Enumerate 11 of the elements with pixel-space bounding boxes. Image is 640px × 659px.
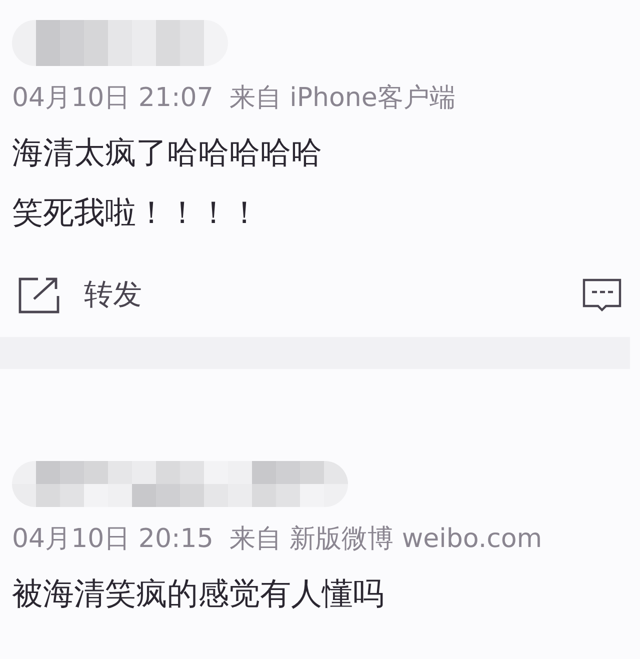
post-source: 来自 iPhone客户端 xyxy=(229,82,456,115)
post-text: 笑死我啦！！！！ xyxy=(12,194,261,233)
post-time: 04月10日 21:07 xyxy=(12,82,214,115)
repost-button[interactable]: 转发 xyxy=(18,275,142,315)
comment-icon xyxy=(582,278,622,312)
post-text: 被海清笑疯的感觉有人懂吗 xyxy=(12,575,385,614)
comment-button[interactable] xyxy=(582,278,622,312)
share-icon xyxy=(18,276,60,314)
post-time: 04月10日 20:15 xyxy=(12,523,214,556)
post-source: 来自 新版微博 weibo.com xyxy=(229,523,542,556)
post-text: 海清太疯了哈哈哈哈哈 xyxy=(12,134,323,173)
